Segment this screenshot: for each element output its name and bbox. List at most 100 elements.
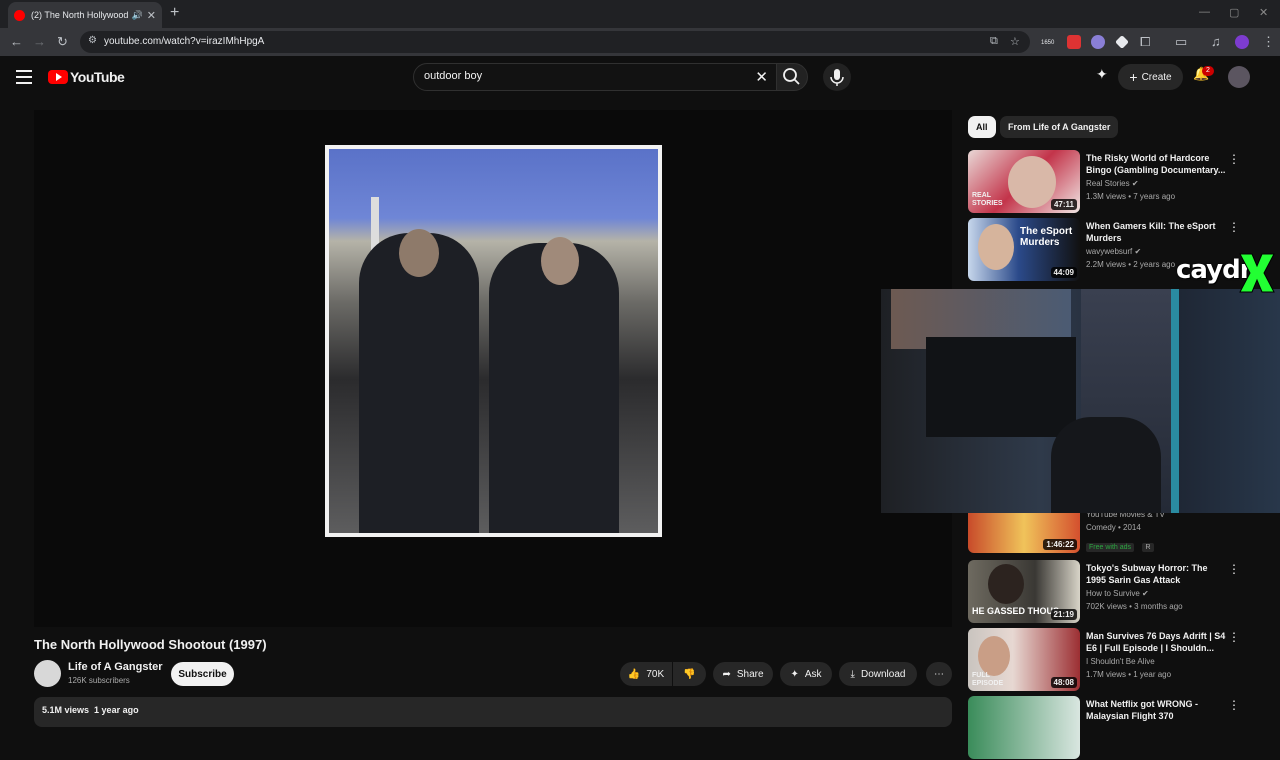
more-actions-button[interactable]: ⋯ [926, 662, 952, 686]
video-thumbnail[interactable]: REAL STORIES 47:11 [968, 150, 1080, 213]
create-button[interactable]: + Create [1118, 64, 1183, 90]
channel-name[interactable]: Life of A Gangster [68, 661, 163, 673]
extension-icon[interactable] [1067, 35, 1081, 49]
download-icon: ⤓ [850, 668, 855, 680]
video-card-title[interactable]: When Gamers Kill: The eSport Murders [1086, 220, 1226, 244]
channel-avatar[interactable] [34, 660, 61, 687]
video-card-channel[interactable]: wavywebsurf ✔ [1086, 247, 1141, 256]
video-frame [325, 145, 662, 537]
more-options-icon[interactable]: ⋮ [1228, 562, 1240, 576]
maximize-icon[interactable]: ▢ [1229, 6, 1239, 19]
duration-badge: 47:11 [1050, 199, 1077, 210]
video-card-channel[interactable]: How to Survive ✔ [1086, 589, 1149, 598]
video-card-meta: 1.3M views • 7 years ago [1086, 192, 1176, 201]
video-card-meta: Comedy • 2014 [1086, 523, 1141, 532]
create-label: Create [1141, 71, 1172, 83]
address-bar[interactable]: ⚙ youtube.com/watch?v=irazIMhHpgA ⧉ ☆ [80, 31, 1030, 53]
youtube-favicon-icon [14, 9, 25, 21]
video-still-image [329, 149, 658, 533]
video-thumbnail[interactable] [968, 696, 1080, 759]
youtube-logo[interactable]: YouTube [48, 69, 125, 85]
video-card-title[interactable]: Tokyo's Subway Horror: The 1995 Sarin Ga… [1086, 562, 1226, 586]
extensions-puzzle-icon[interactable]: ⧠ [1140, 34, 1150, 50]
video-card-title[interactable]: What Netflix got WRONG - Malaysian Fligh… [1086, 698, 1226, 722]
menu-icon[interactable] [16, 70, 32, 88]
thumbs-up-icon: 👍 [627, 668, 641, 680]
account-avatar[interactable] [1228, 66, 1250, 88]
subscribe-button[interactable]: Subscribe [171, 662, 234, 686]
search-box[interactable]: ✕ [413, 63, 777, 91]
thumbs-down-icon: 👎 [683, 668, 696, 680]
thumbnail-text: FULL EPISODE [972, 672, 1004, 687]
recommended-video[interactable]: HE GASSED THOUS 21:19 Tokyo's Subway Hor… [968, 560, 1268, 624]
more-options-icon[interactable]: ⋮ [1228, 630, 1240, 644]
microphone-icon [830, 69, 844, 86]
share-arrow-icon: ➦ [722, 668, 731, 680]
chip-from-channel[interactable]: From Life of A Gangster [1000, 116, 1119, 138]
clear-search-icon[interactable]: ✕ [755, 68, 768, 86]
browser-toolbar: ← → ↻ ⚙ youtube.com/watch?v=irazIMhHpgA … [0, 28, 1280, 56]
extension-icon[interactable] [1091, 35, 1105, 49]
channel-label: Real Stories [1086, 179, 1130, 188]
download-button[interactable]: ⤓ Download [839, 662, 917, 686]
search-button[interactable] [776, 63, 808, 91]
video-title: The North Hollywood Shootout (1997) [34, 637, 267, 652]
video-card-meta: 2.2M views • 2 years ago [1086, 260, 1176, 269]
duration-badge: 21:19 [1050, 609, 1077, 620]
more-options-icon[interactable]: ⋮ [1228, 698, 1240, 712]
recommended-video[interactable]: What Netflix got WRONG - Malaysian Fligh… [968, 696, 1268, 760]
profile-avatar[interactable] [1235, 35, 1249, 49]
voice-search-button[interactable] [823, 63, 851, 91]
extension-badge[interactable]: 1650 [1041, 40, 1054, 46]
video-thumbnail[interactable]: HE GASSED THOUS 21:19 [968, 560, 1080, 623]
search-icon [783, 68, 800, 85]
share-button[interactable]: ➦ Share [713, 662, 773, 686]
reload-icon[interactable]: ↻ [57, 34, 68, 50]
creator-studio-icon[interactable]: ✦ [1096, 66, 1108, 83]
video-player[interactable] [34, 110, 952, 627]
more-options-icon[interactable]: ⋮ [1228, 220, 1240, 234]
sparkle-icon: ✦ [790, 668, 799, 680]
officer-figure-right [489, 243, 619, 533]
sidepanel-icon[interactable]: ▭ [1175, 34, 1187, 50]
media-control-icon[interactable]: ♫ [1211, 34, 1221, 49]
description-box[interactable]: 5.1M views 1 year ago [34, 697, 952, 727]
thumbnail-text: REAL STORIES [972, 192, 1003, 207]
recommended-video[interactable]: FULL EPISODE 48:08 Man Survives 76 Days … [968, 628, 1268, 692]
verified-icon: ✔ [1134, 247, 1142, 256]
video-card-tags: Free with ads R [1086, 536, 1158, 554]
back-icon[interactable]: ← [10, 34, 23, 49]
video-card-channel[interactable]: Real Stories ✔ [1086, 179, 1139, 188]
minimize-icon[interactable]: — [1199, 6, 1210, 18]
dislike-button[interactable]: 👎 [673, 662, 706, 686]
tab-close-icon[interactable]: ✕ [147, 9, 156, 22]
browser-tab[interactable]: (2) The North Hollywood Sh 🔊 ✕ [8, 2, 162, 28]
youtube-header: YouTube ✕ ✦ + Create 🔔 2 [0, 56, 1280, 100]
new-tab-icon[interactable]: + [170, 4, 179, 22]
forward-icon[interactable]: → [33, 34, 46, 49]
extension-icon[interactable] [1115, 35, 1129, 49]
window-close-icon[interactable]: ✕ [1259, 6, 1268, 19]
bookmark-star-icon[interactable]: ☆ [1010, 35, 1020, 48]
video-thumbnail[interactable]: FULL EPISODE 48:08 [968, 628, 1080, 691]
chip-all[interactable]: All [968, 116, 996, 138]
ask-button[interactable]: ✦ Ask [780, 662, 832, 686]
search-input[interactable] [424, 70, 744, 82]
video-card-title[interactable]: Man Survives 76 Days Adrift | S4 E6 | Fu… [1086, 630, 1226, 654]
browser-menu-icon[interactable]: ⋮ [1262, 34, 1275, 50]
like-button[interactable]: 👍 70K [620, 662, 672, 686]
more-options-icon[interactable]: ⋮ [1228, 152, 1240, 166]
speaker-icon[interactable]: 🔊 [132, 10, 143, 21]
ask-label: Ask [804, 668, 822, 680]
officer-head-left [399, 229, 439, 277]
video-thumbnail[interactable]: The eSport Murders 44:09 [968, 218, 1080, 281]
recommended-video[interactable]: REAL STORIES 47:11 The Risky World of Ha… [968, 150, 1268, 214]
thumb-text-label: The eSport Murders [1020, 226, 1073, 248]
install-app-icon[interactable]: ⧉ [990, 35, 998, 48]
site-info-icon[interactable]: ⚙ [88, 35, 97, 46]
led-strip [1171, 289, 1179, 513]
webcam-overlay [881, 289, 1280, 513]
video-card-channel[interactable]: I Shouldn't Be Alive [1086, 657, 1155, 666]
video-card-title[interactable]: The Risky World of Hardcore Bingo (Gambl… [1086, 152, 1226, 176]
like-count: 70K [646, 668, 665, 680]
